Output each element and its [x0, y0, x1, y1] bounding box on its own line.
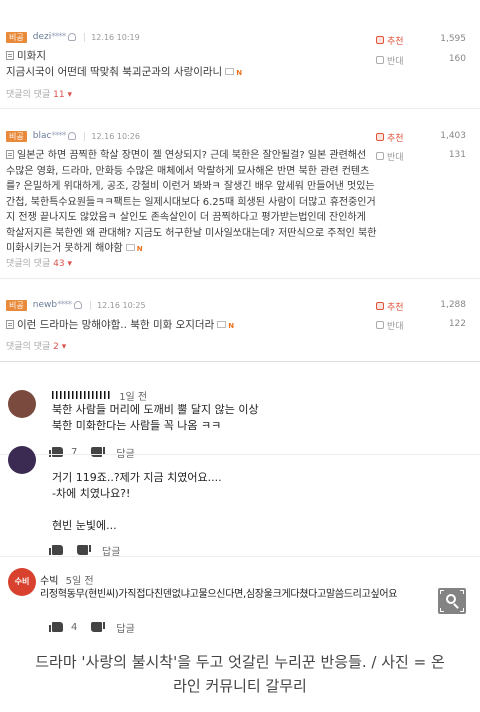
- comment-actions: 답글: [49, 543, 120, 558]
- upvote-button[interactable]: 추천 1,403: [376, 131, 466, 145]
- replies-link[interactable]: 댓글의 댓글 2 ▾: [6, 339, 66, 352]
- comment-author[interactable]: 1일 전: [52, 388, 147, 403]
- comment-time: 12.16 10:26: [84, 131, 140, 141]
- comment-author[interactable]: 수빅 5일 전: [40, 572, 94, 587]
- username-link[interactable]: blac****: [33, 131, 67, 141]
- board-comment: 비공 newb**** 12.16 10:25 이런 드라마는 망해야함.. 북…: [0, 297, 480, 357]
- replies-link[interactable]: 댓글의 댓글 43 ▾: [6, 256, 72, 269]
- like-icon[interactable]: [49, 545, 63, 555]
- photo-caption: 드라마 '사랑의 불시착'을 두고 엇갈린 누리꾼 반응들. / 사진 = 온 …: [0, 636, 480, 712]
- replies-link[interactable]: 댓글의 댓글 11 ▾: [6, 87, 72, 100]
- comment-text: 리정혁동무(현빈씨)가직접다친덴없냐고물으신다면,심장울크게다쳤다고말씀드리고싶…: [40, 589, 398, 600]
- user-icon: [68, 132, 77, 140]
- community-comment: 1일 전 북한 사람들 머리에 도깨비 뿔 달지 않는 이상 북한 미화한다는 …: [0, 382, 480, 460]
- comment-time: 12.16 10:19: [84, 32, 140, 42]
- document-icon: [6, 51, 14, 60]
- comment-text: 미화지 지금시국이 어떤데 딱맞춰 북괴군과의 사랑이라니 N: [6, 50, 243, 78]
- divider: [0, 278, 480, 279]
- user-icon: [74, 301, 83, 309]
- comment-text: 일본군 하면 끔찍한 학살 장면이 젤 연상되지? 근데 북한은 잘안될걸? 일…: [6, 150, 377, 254]
- divider: [0, 108, 480, 109]
- divider: [0, 556, 480, 557]
- member-badge: 비공: [6, 31, 27, 43]
- caption-line: 라인 커뮤니티 갈무리: [173, 677, 307, 695]
- image-icon: [217, 321, 227, 328]
- member-badge: 비공: [6, 130, 27, 142]
- community-comment: 수비 수빅 5일 전 리정혁동무(현빈씨)가직접다친덴없냐고물으신다면,심장울크…: [0, 558, 480, 636]
- comment-time: 5일 전: [65, 576, 94, 587]
- comment-actions: 4 답글: [49, 620, 135, 635]
- like-count: 4: [71, 621, 78, 633]
- user-icon: [68, 33, 77, 41]
- reply-button[interactable]: 답글: [116, 620, 134, 635]
- downvote-icon: [376, 152, 384, 160]
- comment-meta: 비공 blac**** 12.16 10:26: [6, 128, 140, 144]
- like-icon[interactable]: [49, 622, 63, 632]
- username-link[interactable]: newb****: [33, 300, 72, 310]
- dislike-icon[interactable]: [91, 622, 106, 632]
- new-icon: N: [236, 68, 243, 77]
- comment-meta: 비공 dezi**** 12.16 10:19: [6, 29, 140, 45]
- upvote-button[interactable]: 추천 1,595: [376, 34, 466, 48]
- comment-meta: 비공 newb**** 12.16 10:25: [6, 297, 146, 313]
- divider: [0, 454, 480, 455]
- redacted-username: [52, 391, 110, 399]
- document-icon: [6, 320, 14, 329]
- upvote-button[interactable]: 추천 1,288: [376, 300, 466, 314]
- board-comment: 비공 dezi**** 12.16 10:19 미화지 지금시국이 어떤데 딱맞…: [0, 29, 480, 100]
- username-link[interactable]: dezi****: [33, 32, 66, 42]
- comment-text: 거기 119죠..?제가 지금 치였어요.... -차에 치였나요?! 현빈 눈…: [52, 471, 222, 532]
- zoom-icon[interactable]: [438, 588, 466, 614]
- member-badge: 비공: [6, 299, 27, 311]
- community-comment: 거기 119죠..?제가 지금 치였어요.... -차에 치였나요?! 현빈 눈…: [0, 446, 480, 560]
- downvote-button[interactable]: 반대 160: [376, 54, 466, 68]
- downvote-icon: [376, 321, 384, 329]
- new-icon: N: [228, 322, 235, 330]
- avatar[interactable]: [8, 390, 36, 418]
- community-comment-list: 1일 전 북한 사람들 머리에 도깨비 뿔 달지 않는 이상 북한 미화한다는 …: [0, 362, 480, 636]
- avatar[interactable]: [8, 446, 36, 474]
- image-icon: [125, 244, 135, 251]
- comment-text: 이런 드라마는 망해야함.. 북한 미화 오지더라 N: [6, 318, 378, 335]
- comment-text: 북한 사람들 머리에 도깨비 뿔 달지 않는 이상 북한 미화한다는 사람들 꼭…: [52, 403, 259, 432]
- upvote-icon: [376, 36, 384, 44]
- new-icon: N: [136, 245, 143, 253]
- caption-line: 드라마 '사랑의 불시착'을 두고 엇갈린 누리꾼 반응들. / 사진 = 온: [35, 653, 445, 671]
- avatar[interactable]: 수비: [8, 568, 36, 596]
- downvote-button[interactable]: 반대 122: [376, 319, 466, 333]
- board-comment: 비공 blac**** 12.16 10:26 일본군 하면 끔찍한 학살 장면…: [0, 128, 480, 269]
- downvote-button[interactable]: 반대 131: [376, 150, 466, 164]
- comment-time: 12.16 10:25: [90, 300, 146, 310]
- board-comment-list: 비공 dezi**** 12.16 10:19 미화지 지금시국이 어떤데 딱맞…: [0, 0, 480, 362]
- dislike-icon[interactable]: [77, 545, 91, 555]
- image-icon: [225, 67, 235, 75]
- upvote-icon: [376, 133, 384, 141]
- upvote-icon: [376, 302, 384, 310]
- downvote-icon: [376, 56, 384, 64]
- document-icon: [6, 150, 14, 159]
